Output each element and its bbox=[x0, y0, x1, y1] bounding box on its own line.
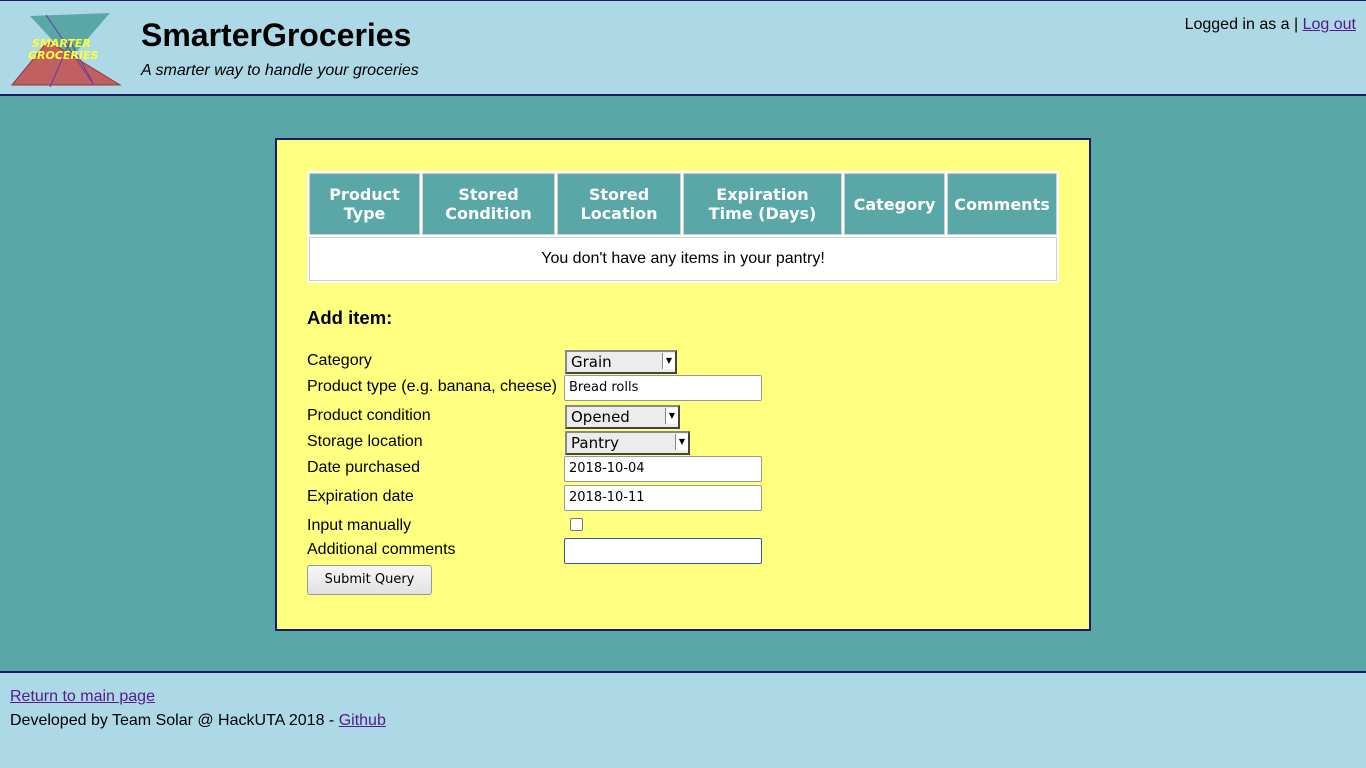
site-footer: Return to main page Developed by Team So… bbox=[0, 671, 1366, 768]
additional-comments-label: Additional comments bbox=[307, 541, 456, 558]
column-header-stored-location: Stored Location bbox=[557, 173, 681, 235]
column-header-stored-condition: Stored Condition bbox=[422, 173, 555, 235]
table-row: You don't have any items in your pantry! bbox=[309, 237, 1057, 281]
date-purchased-label: Date purchased bbox=[307, 459, 420, 476]
logout-link[interactable]: Log out bbox=[1303, 16, 1356, 33]
category-select-value: Grain bbox=[571, 353, 612, 371]
category-label: Category bbox=[307, 352, 372, 369]
chevron-down-icon: ▼ bbox=[675, 434, 688, 450]
column-header-category: Category bbox=[844, 173, 945, 235]
pantry-panel: Product Type Stored Condition Stored Locati… bbox=[275, 138, 1091, 631]
product-type-label: Product type (e.g. banana, cheese) bbox=[307, 378, 557, 395]
developer-credit: Developed by Team Solar @ HackUTA 2018 -… bbox=[10, 712, 386, 730]
login-status: Logged in as a | Log out bbox=[1185, 16, 1356, 34]
add-item-heading: Add item: bbox=[307, 307, 393, 328]
column-header-product-type: Product Type bbox=[309, 173, 420, 235]
site-title: SmarterGroceries bbox=[141, 17, 412, 53]
additional-comments-input[interactable] bbox=[564, 538, 762, 564]
github-link[interactable]: Github bbox=[339, 712, 386, 729]
return-main-page-link[interactable]: Return to main page bbox=[10, 688, 155, 706]
table-header-row: Product Type Stored Condition Stored Locati… bbox=[309, 173, 1057, 235]
logged-in-text: Logged in as a | bbox=[1184, 16, 1299, 33]
expiration-date-input[interactable]: 2018-10-11 bbox=[564, 485, 762, 511]
storage-location-label: Storage location bbox=[307, 433, 423, 450]
input-manually-checkbox[interactable] bbox=[570, 518, 583, 531]
condition-label: Product condition bbox=[307, 407, 431, 424]
site-header: SMARTER GROCERIES SmarterGroceries A sma… bbox=[0, 0, 1366, 96]
developer-credit-text: Developed by Team Solar @ HackUTA 2018 - bbox=[10, 712, 335, 729]
storage-location-select[interactable]: Pantry ▼ bbox=[565, 431, 690, 455]
empty-pantry-message: You don't have any items in your pantry! bbox=[309, 237, 1057, 281]
category-select[interactable]: Grain ▼ bbox=[565, 350, 677, 374]
date-purchased-input[interactable]: 2018-10-04 bbox=[564, 456, 762, 482]
condition-select[interactable]: Opened ▼ bbox=[565, 405, 680, 429]
site-tagline: A smarter way to handle your groceries bbox=[141, 62, 419, 79]
logo-icon[interactable]: SMARTER GROCERIES bbox=[8, 11, 124, 89]
expiration-date-label: Expiration date bbox=[307, 488, 414, 505]
column-header-expiration-time: Expiration Time (Days) bbox=[683, 173, 842, 235]
chevron-down-icon: ▼ bbox=[662, 353, 675, 369]
input-manually-label: Input manually bbox=[307, 517, 412, 534]
storage-location-select-value: Pantry bbox=[571, 434, 619, 452]
svg-text:GROCERIES: GROCERIES bbox=[28, 49, 99, 62]
column-header-comments: Comments bbox=[947, 173, 1057, 235]
chevron-down-icon: ▼ bbox=[665, 408, 678, 424]
submit-button[interactable]: Submit Query bbox=[307, 565, 432, 595]
condition-select-value: Opened bbox=[571, 408, 630, 426]
product-type-input[interactable]: Bread rolls bbox=[564, 375, 762, 401]
pantry-table: Product Type Stored Condition Stored Locati… bbox=[307, 171, 1059, 283]
